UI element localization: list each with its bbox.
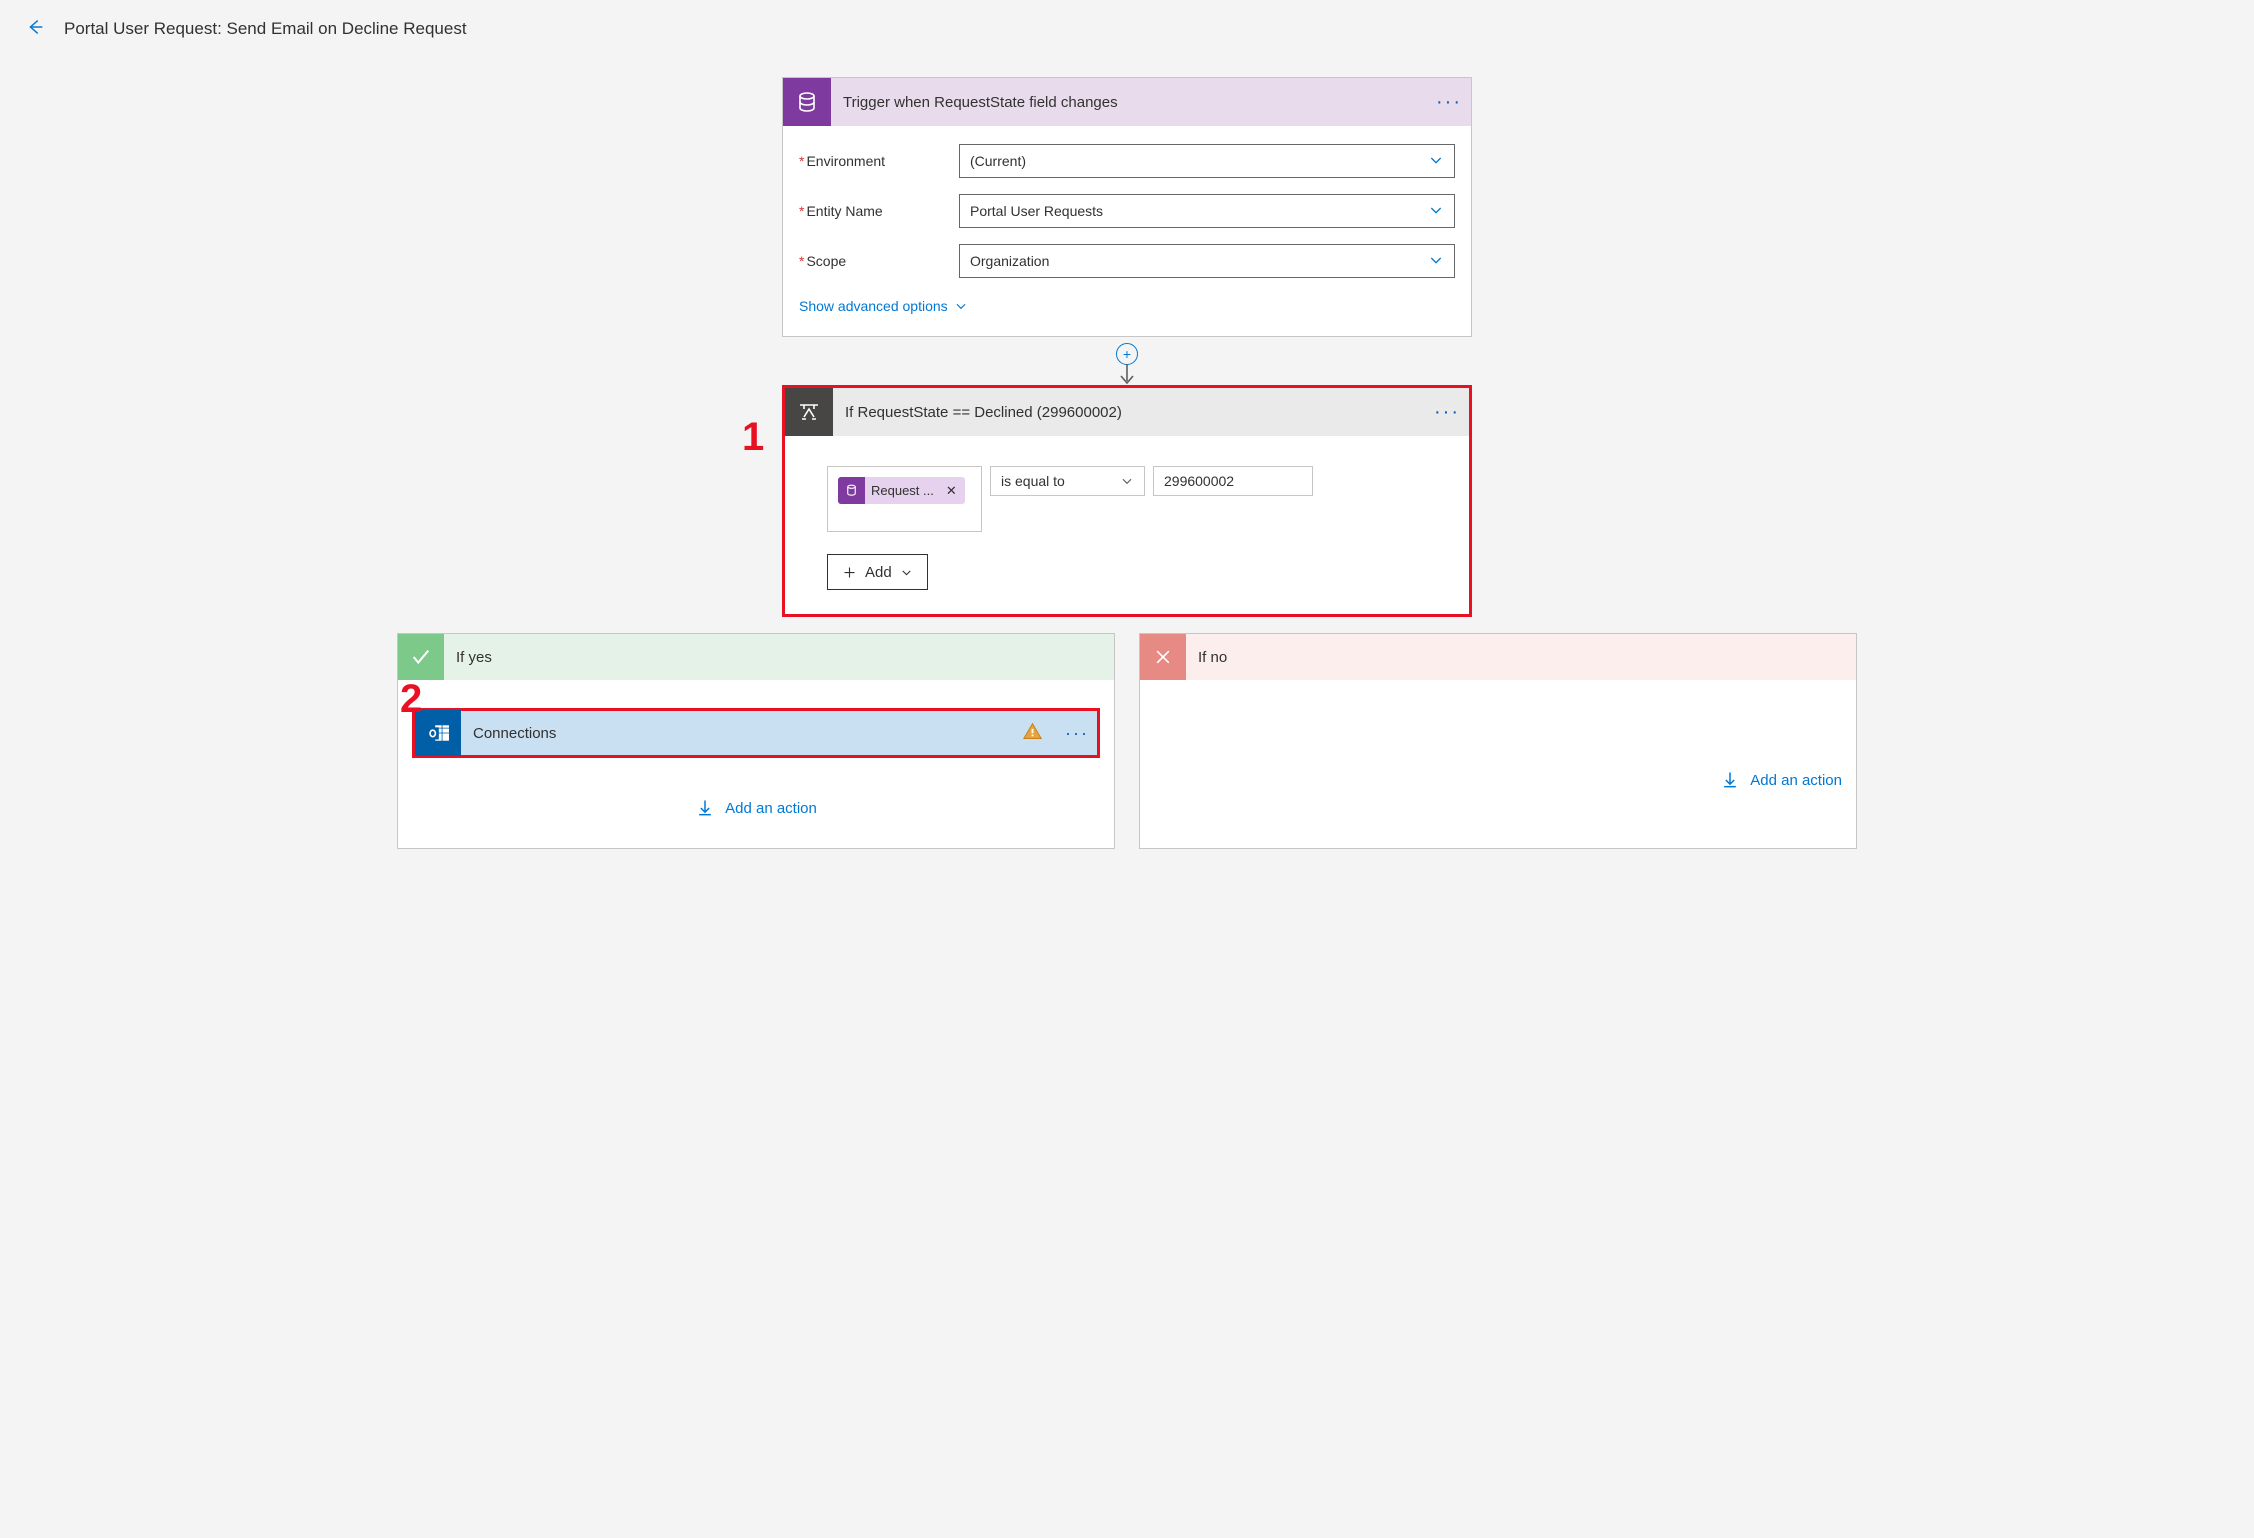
- annotation-1: 1: [742, 415, 764, 460]
- page-title: Portal User Request: Send Email on Decli…: [64, 19, 467, 39]
- condition-menu-icon[interactable]: ···: [1425, 401, 1469, 424]
- condition-value-input[interactable]: 299600002: [1153, 466, 1313, 496]
- back-arrow-icon[interactable]: [24, 16, 46, 41]
- env-select[interactable]: (Current): [959, 144, 1455, 178]
- action-label: Connections: [461, 725, 1022, 742]
- add-condition-button[interactable]: Add: [827, 554, 928, 590]
- if-yes-branch: If yes Connections: [397, 633, 1115, 849]
- condition-header[interactable]: If RequestState == Declined (299600002) …: [785, 388, 1469, 436]
- advanced-options-link[interactable]: Show advanced options: [799, 298, 968, 314]
- warning-icon: [1022, 721, 1043, 745]
- env-label: *Environment: [799, 153, 959, 169]
- trigger-menu-icon[interactable]: ···: [1427, 91, 1471, 114]
- trigger-card: Trigger when RequestState field changes …: [782, 77, 1472, 337]
- add-action-no[interactable]: Add an action: [1720, 770, 1842, 790]
- arrow-down-icon: [1118, 364, 1136, 386]
- chevron-down-icon: [1428, 152, 1444, 171]
- dataverse-icon: [783, 78, 831, 126]
- connections-action[interactable]: Connections ···: [412, 708, 1100, 758]
- token-remove-icon[interactable]: ✕: [946, 483, 957, 499]
- condition-left-operand[interactable]: Request ... ✕: [827, 466, 982, 532]
- chevron-down-icon: [1428, 202, 1444, 221]
- token-icon: [838, 477, 865, 504]
- scope-select[interactable]: Organization: [959, 244, 1455, 278]
- annotation-2: 2: [400, 677, 422, 722]
- trigger-header[interactable]: Trigger when RequestState field changes …: [783, 78, 1471, 126]
- action-menu-icon[interactable]: ···: [1057, 723, 1097, 744]
- insert-step-button[interactable]: +: [1116, 343, 1138, 365]
- if-no-branch: If no Add an action: [1139, 633, 1857, 849]
- condition-card: If RequestState == Declined (299600002) …: [782, 385, 1472, 617]
- check-icon: [398, 634, 444, 680]
- chevron-down-icon: [1120, 474, 1134, 488]
- scope-label: *Scope: [799, 253, 959, 269]
- trigger-title: Trigger when RequestState field changes: [831, 94, 1427, 111]
- if-yes-header[interactable]: If yes: [398, 634, 1114, 680]
- cross-icon: [1140, 634, 1186, 680]
- dynamic-token[interactable]: Request ... ✕: [838, 477, 965, 504]
- entity-select[interactable]: Portal User Requests: [959, 194, 1455, 228]
- condition-operator-select[interactable]: is equal to: [990, 466, 1145, 496]
- if-no-header[interactable]: If no: [1140, 634, 1856, 680]
- add-action-yes[interactable]: Add an action: [695, 798, 817, 818]
- chevron-down-icon: [1428, 252, 1444, 271]
- condition-icon: [785, 388, 833, 436]
- entity-label: *Entity Name: [799, 203, 959, 219]
- connector: +: [1126, 337, 1128, 385]
- condition-title: If RequestState == Declined (299600002): [833, 404, 1425, 421]
